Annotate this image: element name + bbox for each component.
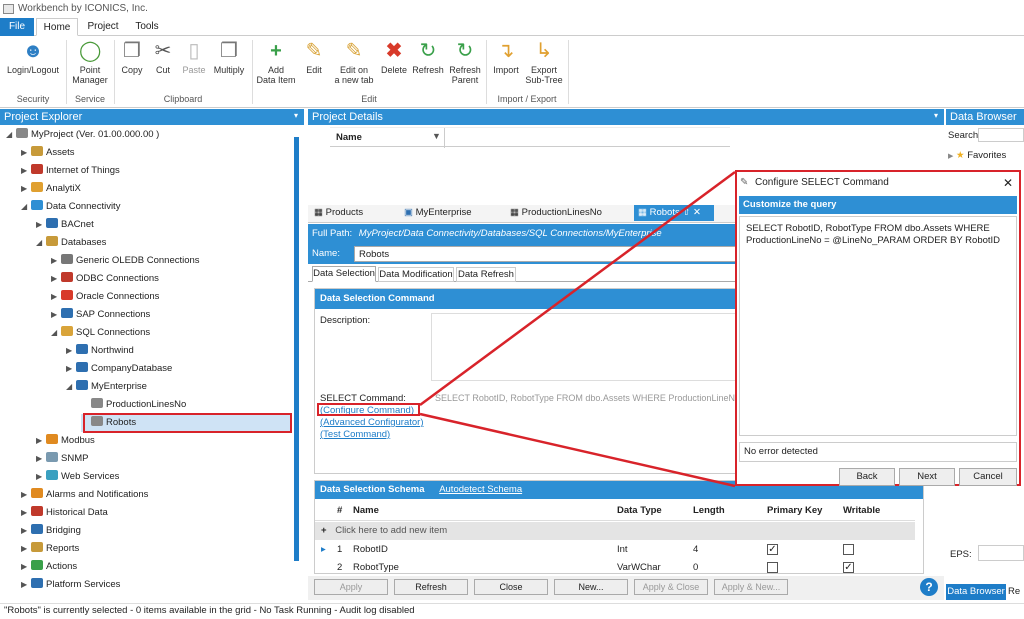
query-editor[interactable]: SELECT RobotID, RobotType FROM dbo.Asset…	[739, 216, 1017, 436]
dialog-title: Configure SELECT Command	[755, 177, 889, 188]
back-button[interactable]: Back	[839, 468, 895, 486]
dialog-close-icon[interactable]: ✕	[1003, 172, 1013, 194]
next-button[interactable]: Next	[899, 468, 955, 486]
cancel-button[interactable]: Cancel	[959, 468, 1017, 486]
dialog-app-icon: ✎	[740, 177, 749, 188]
dialog-status: No error detected	[739, 442, 1017, 462]
dialog-header: Customize the query	[739, 196, 1017, 214]
configure-select-dialog: ✎ Configure SELECT Command ✕ Customize t…	[735, 170, 1021, 486]
dialog-titlebar: ✎ Configure SELECT Command ✕	[737, 172, 1019, 194]
